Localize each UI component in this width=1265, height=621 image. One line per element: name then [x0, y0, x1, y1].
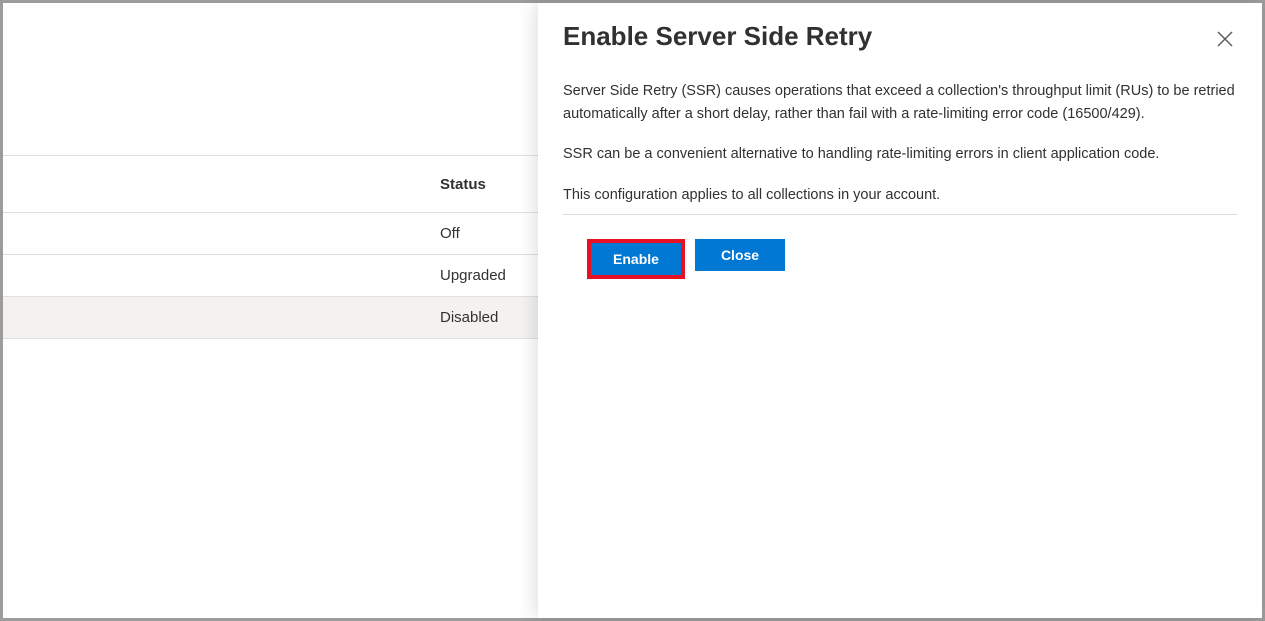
table-row[interactable]: Off — [3, 213, 538, 255]
panel-body: Server Side Retry (SSR) causes operation… — [563, 80, 1237, 279]
status-cell: Off — [440, 225, 460, 242]
panel-title: Enable Server Side Retry — [563, 21, 872, 52]
panel-description-1: Server Side Retry (SSR) causes operation… — [563, 80, 1237, 125]
column-header-status: Status — [440, 176, 486, 193]
enable-button[interactable]: Enable — [591, 243, 681, 275]
side-panel: Enable Server Side Retry Server Side Ret… — [538, 3, 1262, 618]
table-row[interactable]: Disabled — [3, 297, 538, 339]
status-cell: Upgraded — [440, 267, 506, 284]
table-header-row: Status — [3, 155, 538, 213]
table-row[interactable]: Upgraded — [3, 255, 538, 297]
close-icon — [1217, 31, 1233, 47]
close-panel-button[interactable] — [1213, 27, 1237, 51]
enable-highlight: Enable — [587, 239, 685, 279]
status-cell: Disabled — [440, 309, 498, 326]
panel-description-2: SSR can be a convenient alternative to h… — [563, 143, 1237, 165]
button-row: Enable Close — [563, 239, 1237, 279]
close-button[interactable]: Close — [695, 239, 785, 271]
main-content: Status Off Upgraded Disabled — [3, 3, 538, 618]
panel-description-3: This configuration applies to all collec… — [563, 184, 1237, 215]
panel-header: Enable Server Side Retry — [563, 21, 1237, 52]
